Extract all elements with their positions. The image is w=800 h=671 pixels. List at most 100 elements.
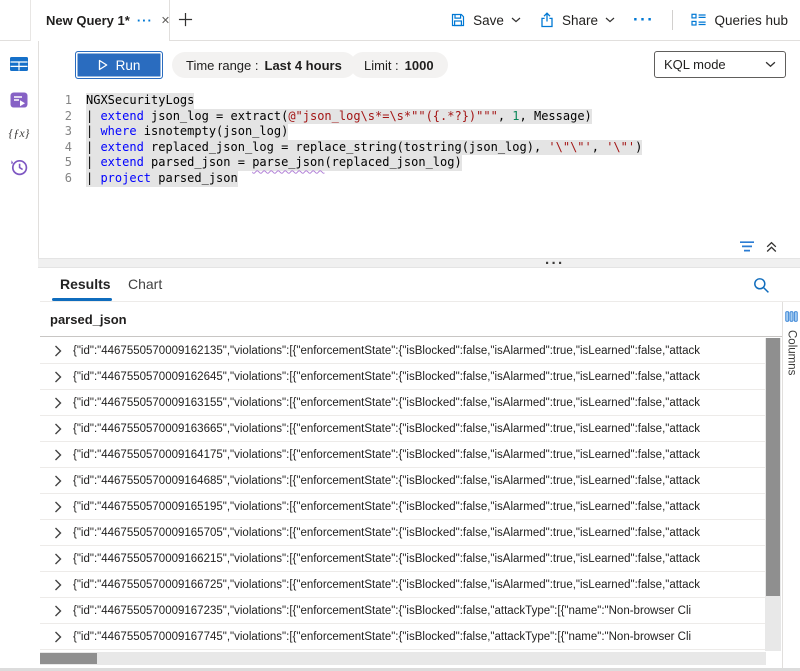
table-row[interactable]: {"id":"4467550570009166215","violations"… bbox=[40, 546, 765, 572]
columns-icon bbox=[785, 310, 798, 323]
save-button[interactable]: Save bbox=[450, 12, 521, 28]
row-json-text: {"id":"4467550570009166215","violations"… bbox=[73, 553, 765, 565]
more-actions-icon[interactable]: ··· bbox=[633, 14, 654, 26]
tables-icon[interactable] bbox=[9, 54, 29, 74]
code-text: | project parsed_json bbox=[86, 171, 238, 187]
tab-bar-actions: Save Share ··· bbox=[450, 0, 788, 40]
tab-bar: New Query 1* ··· ✕ Save bbox=[0, 0, 800, 41]
expand-chevron-icon[interactable] bbox=[54, 423, 62, 435]
vertical-scrollbar-thumb[interactable] bbox=[766, 338, 780, 596]
expand-chevron-icon[interactable] bbox=[54, 527, 62, 539]
columns-panel-toggle[interactable]: Columns bbox=[782, 302, 800, 671]
splitter-handle-icon[interactable]: ··· bbox=[545, 255, 565, 272]
results-grid-header: parsed_json bbox=[40, 302, 782, 337]
query-tab[interactable]: New Query 1* ··· ✕ bbox=[30, 0, 170, 41]
sort-lines-icon[interactable] bbox=[739, 240, 757, 253]
code-line: 1NGXSecurityLogs bbox=[40, 93, 800, 109]
time-range-value: Last 4 hours bbox=[265, 58, 342, 73]
table-row[interactable]: {"id":"4467550570009162645","violations"… bbox=[40, 364, 765, 390]
table-row[interactable]: {"id":"4467550570009164175","violations"… bbox=[40, 442, 765, 468]
table-row[interactable]: {"id":"4467550570009162135","violations"… bbox=[40, 338, 765, 364]
tab-close-icon[interactable]: ✕ bbox=[161, 14, 170, 27]
row-json-text: {"id":"4467550570009162645","violations"… bbox=[73, 371, 765, 383]
table-row[interactable]: {"id":"4467550570009163155","violations"… bbox=[40, 390, 765, 416]
saved-queries-icon[interactable] bbox=[9, 90, 29, 110]
active-tab-underline bbox=[52, 298, 112, 301]
row-json-text: {"id":"4467550570009165195","violations"… bbox=[73, 501, 765, 513]
tab-results[interactable]: Results bbox=[60, 276, 111, 292]
new-tab-button[interactable] bbox=[178, 12, 193, 27]
table-row[interactable]: {"id":"4467550570009163665","violations"… bbox=[40, 416, 765, 442]
expand-chevron-icon[interactable] bbox=[54, 475, 62, 487]
row-json-text: {"id":"4467550570009166725","violations"… bbox=[73, 579, 765, 591]
limit-value: 1000 bbox=[405, 58, 434, 73]
panel-splitter[interactable]: ··· bbox=[38, 258, 800, 268]
table-row[interactable]: {"id":"4467550570009166725","violations"… bbox=[40, 572, 765, 598]
row-json-text: {"id":"4467550570009164685","violations"… bbox=[73, 475, 765, 487]
line-number: 2 bbox=[40, 109, 72, 125]
left-sidebar: {ƒx} bbox=[0, 41, 39, 259]
tab-title: New Query 1* bbox=[46, 13, 130, 28]
line-number: 3 bbox=[40, 124, 72, 140]
time-range-selector[interactable]: Time range : Last 4 hours bbox=[172, 52, 356, 78]
row-json-text: {"id":"4467550570009167235","violations"… bbox=[73, 605, 765, 617]
editor-tools bbox=[739, 240, 778, 253]
plus-icon bbox=[178, 12, 193, 27]
share-button[interactable]: Share bbox=[539, 12, 615, 28]
expand-chevron-icon[interactable] bbox=[54, 579, 62, 591]
expand-chevron-icon[interactable] bbox=[54, 553, 62, 565]
line-number: 5 bbox=[40, 155, 72, 171]
queries-hub-label: Queries hub bbox=[714, 13, 788, 28]
tab-more-icon[interactable]: ··· bbox=[137, 16, 153, 26]
limit-selector[interactable]: Limit : 1000 bbox=[350, 52, 448, 78]
query-editor-window: New Query 1* ··· ✕ Save bbox=[0, 0, 800, 671]
expand-chevron-icon[interactable] bbox=[54, 345, 62, 357]
expand-chevron-icon[interactable] bbox=[54, 501, 62, 513]
expand-chevron-icon[interactable] bbox=[54, 397, 62, 409]
row-json-text: {"id":"4467550570009163155","violations"… bbox=[73, 397, 765, 409]
table-row[interactable]: {"id":"4467550570009165705","violations"… bbox=[40, 520, 765, 546]
row-json-text: {"id":"4467550570009167745","violations"… bbox=[73, 631, 765, 643]
horizontal-scrollbar[interactable] bbox=[40, 652, 766, 665]
run-label: Run bbox=[116, 58, 141, 73]
columns-panel-label: Columns bbox=[786, 330, 798, 375]
expand-chevron-icon[interactable] bbox=[54, 631, 62, 643]
expand-chevron-icon[interactable] bbox=[54, 605, 62, 617]
run-button[interactable]: Run bbox=[75, 51, 163, 79]
search-icon bbox=[753, 277, 770, 294]
results-grid: {"id":"4467550570009162135","violations"… bbox=[40, 338, 765, 650]
vertical-scrollbar[interactable] bbox=[765, 338, 781, 651]
table-row[interactable]: {"id":"4467550570009164685","violations"… bbox=[40, 468, 765, 494]
collapse-editor-icon[interactable] bbox=[765, 240, 778, 253]
row-json-text: {"id":"4467550570009165705","violations"… bbox=[73, 527, 765, 539]
functions-icon[interactable]: {ƒx} bbox=[9, 126, 30, 141]
code-text: | extend replaced_json_log = replace_str… bbox=[86, 140, 642, 156]
column-header-parsed-json[interactable]: parsed_json bbox=[40, 312, 127, 327]
results-tab-strip: Results Chart bbox=[40, 272, 800, 302]
query-mode-select[interactable]: KQL mode bbox=[654, 51, 786, 78]
line-number: 1 bbox=[40, 93, 72, 109]
chevron-down-icon bbox=[605, 17, 615, 23]
tab-chart[interactable]: Chart bbox=[128, 276, 162, 292]
horizontal-scrollbar-thumb[interactable] bbox=[40, 653, 97, 664]
limit-label: Limit : bbox=[364, 58, 399, 73]
time-range-label: Time range : bbox=[186, 58, 259, 73]
code-line: 2| extend json_log = extract(@"json_log\… bbox=[40, 109, 800, 125]
code-line: 4| extend replaced_json_log = replace_st… bbox=[40, 140, 800, 156]
queries-hub-button[interactable]: Queries hub bbox=[691, 12, 788, 28]
query-history-icon[interactable] bbox=[9, 157, 29, 177]
search-results-button[interactable] bbox=[753, 277, 770, 294]
table-row[interactable]: {"id":"4467550570009165195","violations"… bbox=[40, 494, 765, 520]
kql-code-editor[interactable]: 1NGXSecurityLogs2| extend json_log = ext… bbox=[40, 93, 800, 241]
query-mode-value: KQL mode bbox=[664, 57, 726, 72]
table-row[interactable]: {"id":"4467550570009167235","violations"… bbox=[40, 598, 765, 624]
table-row[interactable]: {"id":"4467550570009167745","violations"… bbox=[40, 624, 765, 650]
share-label: Share bbox=[562, 13, 598, 28]
expand-chevron-icon[interactable] bbox=[54, 371, 62, 383]
expand-chevron-icon[interactable] bbox=[54, 449, 62, 461]
code-line: 3| where isnotempty(json_log) bbox=[40, 124, 800, 140]
line-number: 6 bbox=[40, 171, 72, 187]
actions-divider bbox=[672, 10, 673, 30]
save-icon bbox=[450, 12, 466, 28]
play-icon bbox=[98, 59, 108, 71]
